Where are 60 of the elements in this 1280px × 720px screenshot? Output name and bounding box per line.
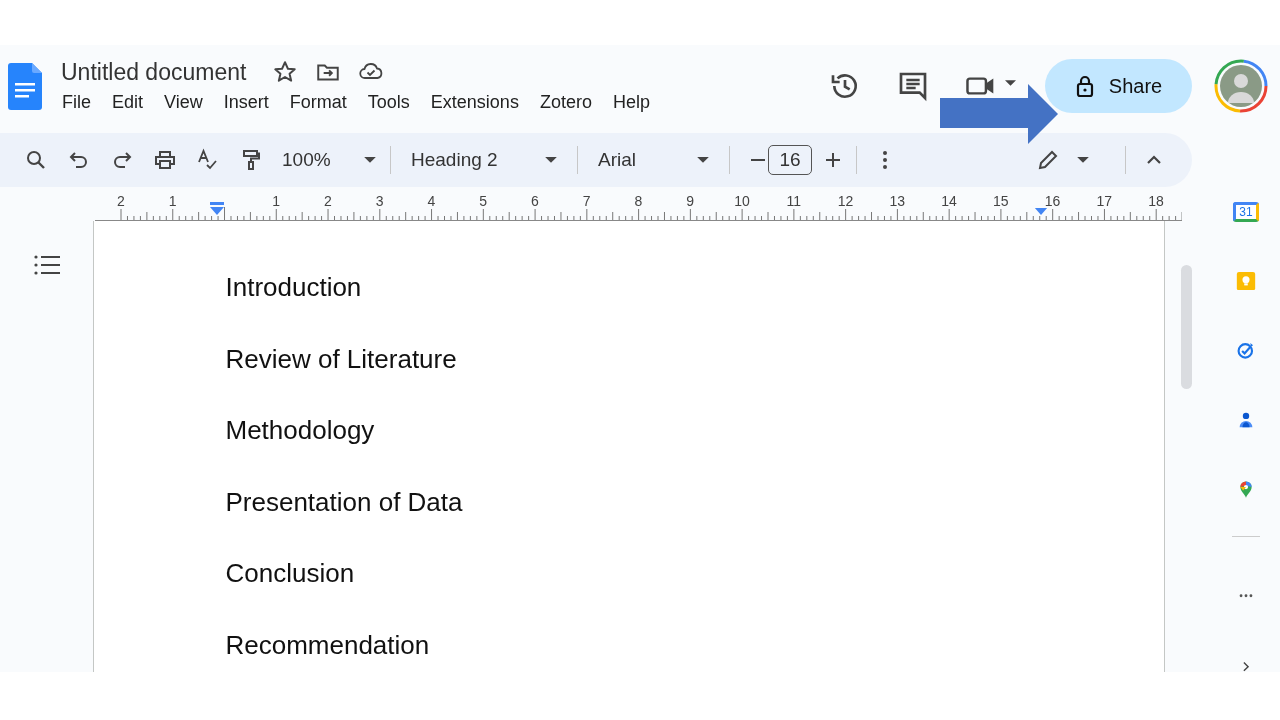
outline-list-icon[interactable] <box>34 254 60 276</box>
caret-icon <box>545 156 557 164</box>
ruler-number: 8 <box>633 193 644 209</box>
avatar-icon[interactable] <box>1214 59 1268 113</box>
menu-item[interactable]: Insert <box>223 92 269 113</box>
expand-chevron-icon[interactable] <box>1241 660 1251 672</box>
star-icon[interactable] <box>272 59 299 85</box>
ruler-number: 4 <box>426 193 437 209</box>
ruler-number: 11 <box>785 193 802 209</box>
ruler-number: 18 <box>1147 193 1165 209</box>
ruler-number: 9 <box>685 193 696 209</box>
ruler-number: 1 <box>271 193 282 209</box>
heading-text: Presentation of Data <box>225 485 464 519</box>
docs-logo-icon[interactable] <box>8 63 42 110</box>
ruler-number: 13 <box>888 193 907 209</box>
font-dropdown[interactable]: Arial <box>598 149 709 171</box>
lock-icon <box>1074 74 1095 98</box>
menu-item[interactable]: Format <box>289 92 347 113</box>
ruler-number: 6 <box>530 193 540 209</box>
caret-icon <box>697 156 709 164</box>
right-indent-marker-icon[interactable] <box>1034 207 1048 216</box>
scrollbar[interactable] <box>1181 265 1192 389</box>
heading-text: Recommendation <box>225 628 431 662</box>
caret-icon <box>364 156 376 164</box>
ruler-number: 12 <box>836 193 855 209</box>
zoom-dropdown[interactable]: 100% <box>282 149 376 171</box>
menu-item[interactable]: View <box>164 92 203 113</box>
ruler-number: 5 <box>478 193 489 209</box>
calendar-icon[interactable]: 31 <box>1233 202 1259 223</box>
ruler-number: 17 <box>1095 193 1114 209</box>
ruler-number: 2 <box>116 193 126 209</box>
ruler-number: 14 <box>940 193 958 209</box>
pencil-icon[interactable] <box>1036 148 1060 172</box>
ruler-number: 3 <box>374 193 385 209</box>
heading-text: Methodology <box>225 414 376 447</box>
ruler-number: 10 <box>733 193 751 209</box>
caret-icon[interactable] <box>1005 79 1016 87</box>
heading-text: Review of Literature <box>225 342 458 376</box>
ruler-number: 15 <box>991 193 1010 209</box>
menu-item[interactable]: Extensions <box>430 92 519 113</box>
menu-item[interactable]: Edit <box>112 92 144 113</box>
left-indent-marker-icon[interactable] <box>209 202 225 216</box>
caret-icon[interactable] <box>1077 156 1089 164</box>
menu-item[interactable]: Zotero <box>539 92 592 113</box>
heading-text: Conclusion <box>225 557 356 590</box>
ruler-number: 16 <box>1043 193 1062 209</box>
share-button[interactable]: Share <box>1045 59 1192 113</box>
style-dropdown[interactable]: Heading 2 <box>411 149 557 171</box>
menu-item[interactable]: File <box>62 92 91 113</box>
spellcheck-icon[interactable] <box>196 148 220 172</box>
ruler-number: 1 <box>167 193 178 209</box>
menu-item[interactable]: Tools <box>367 92 410 113</box>
document-title[interactable]: Untitled document <box>61 58 247 86</box>
ruler-number: 7 <box>581 193 592 209</box>
print-icon[interactable] <box>153 148 177 172</box>
font-size-field[interactable]: 16 <box>768 145 812 175</box>
heading-text: Introduction <box>225 271 363 304</box>
comment-icon[interactable] <box>897 70 929 102</box>
menu-item[interactable]: Help <box>612 92 650 113</box>
ruler-number: 2 <box>323 193 333 209</box>
